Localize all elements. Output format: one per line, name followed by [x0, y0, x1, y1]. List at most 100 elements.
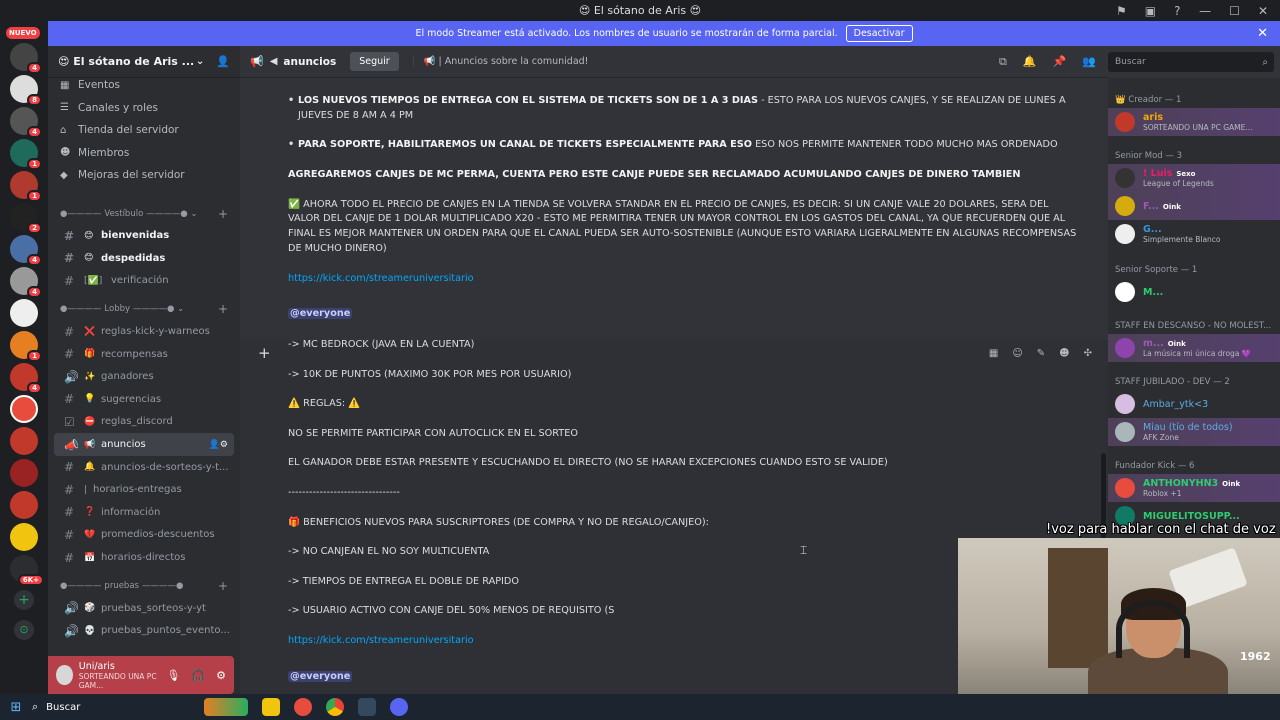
- add-channel-icon[interactable]: +: [218, 207, 228, 221]
- server-folder-icon[interactable]: 6K+: [10, 555, 44, 586]
- app-icon[interactable]: [358, 698, 376, 716]
- close-window-icon[interactable]: ✕: [1258, 4, 1268, 18]
- menu-item-members[interactable]: ☻ Miembros: [48, 142, 240, 165]
- channel-informacion[interactable]: # ❓ información: [54, 501, 234, 524]
- channel-horarios-entregas[interactable]: # | horarios-entregas: [54, 478, 234, 501]
- channel-recompensas[interactable]: # 🎁 recompensas: [54, 343, 234, 366]
- menu-item-boosts[interactable]: ◆ Mejoras del servidor: [48, 164, 240, 187]
- channel-despedidas[interactable]: # 😊 despedidas: [54, 247, 234, 270]
- menu-item-shop[interactable]: ⌂ Tienda del servidor: [48, 119, 240, 142]
- channel-topic[interactable]: 📢 | Anuncios sobre la comunidad!: [412, 56, 588, 67]
- server-icon[interactable]: 8: [10, 75, 42, 106]
- channel-anuncios-sorteos[interactable]: # 🔔 anuncios-de-sorteos-y-t...: [54, 456, 234, 479]
- channel-emoji: ❌: [84, 326, 96, 337]
- channel-promedios[interactable]: # 💔 promedios-descuentos: [54, 524, 234, 547]
- server-icon[interactable]: 2: [10, 203, 42, 234]
- server-icon[interactable]: [10, 491, 38, 519]
- inbox-icon[interactable]: ⚑: [1116, 4, 1127, 18]
- maximize-icon[interactable]: ☐: [1229, 4, 1240, 18]
- server-icon[interactable]: [10, 523, 38, 551]
- ping-badge: 8: [27, 94, 42, 106]
- server-icon[interactable]: [10, 459, 38, 487]
- follow-button[interactable]: Seguir: [350, 52, 399, 71]
- add-reaction-icon[interactable]: +: [258, 344, 271, 362]
- channel-pruebas-sorteos[interactable]: 🔊 🎲 pruebas_sorteos-y-yt: [54, 597, 234, 620]
- file-explorer-icon[interactable]: [262, 698, 280, 716]
- server-icon[interactable]: 4: [10, 43, 42, 74]
- search-input[interactable]: Buscar ⌕: [1108, 52, 1274, 72]
- member-item[interactable]: ANTHONYHN3 Oink Roblox +1: [1108, 474, 1280, 502]
- deactivate-button[interactable]: Desactivar: [845, 25, 913, 42]
- help-icon[interactable]: ?: [1174, 4, 1180, 18]
- member-item[interactable]: aris SORTEANDO UNA PC GAME...: [1108, 108, 1280, 136]
- widgets-icon[interactable]: [204, 698, 248, 716]
- server-icon[interactable]: 1: [10, 331, 42, 362]
- server-icon[interactable]: 1: [10, 171, 42, 202]
- member-item[interactable]: F... Oink: [1108, 192, 1280, 220]
- close-icon[interactable]: ✕: [1257, 26, 1268, 41]
- taskbar-search[interactable]: ⌕ Buscar: [32, 700, 232, 714]
- explore-icon[interactable]: ⊙: [14, 620, 34, 640]
- message-paragraph: NO SE PERMITE PARTICIPAR CON AUTOCLICK E…: [288, 427, 578, 439]
- member-name: MIGUELITOSUPP...: [1143, 510, 1240, 522]
- category-pruebas[interactable]: ●———— pruebas ————● +: [48, 575, 240, 597]
- invite-icon[interactable]: 👤⚙: [209, 440, 228, 450]
- category-lobby[interactable]: ●———— Lobby ————● ⌄ +: [48, 298, 240, 320]
- chrome-icon[interactable]: [326, 698, 344, 716]
- server-icon[interactable]: 4: [10, 267, 42, 298]
- channel-ganadores[interactable]: 🔊 ✨ ganadores: [54, 365, 234, 388]
- discord-icon[interactable]: [390, 698, 408, 716]
- screen-icon[interactable]: ▣: [1145, 4, 1156, 18]
- member-item[interactable]: ! Luis Sexo League of Legends: [1108, 164, 1280, 192]
- channel-horarios-directos[interactable]: # 📅 horarios-directos: [54, 546, 234, 569]
- user-panel[interactable]: Uni/aris SORTEANDO UNA PC GAM... 🎙 🎧 ⚙: [48, 656, 234, 694]
- menu-item-events[interactable]: ▦ Eventos: [48, 74, 240, 97]
- channel-anuncios[interactable]: 📣 📢 anuncios 👤⚙: [54, 433, 234, 456]
- channel-reglas-kick[interactable]: # ❌ reglas-kick-y-warneos: [54, 320, 234, 343]
- member-item[interactable]: M...: [1108, 278, 1280, 306]
- member-item[interactable]: Miau (tío de todos) AFK Zone: [1108, 418, 1280, 446]
- add-server-icon[interactable]: +: [14, 590, 34, 610]
- server-icon[interactable]: 4: [10, 107, 42, 138]
- member-list-icon[interactable]: 👥: [1082, 55, 1096, 69]
- member-status: La música mi única droga 💜: [1143, 349, 1252, 358]
- headphones-icon[interactable]: 🎧: [191, 669, 205, 682]
- channel-bienvenidas[interactable]: # 😊 bienvenidas: [54, 225, 234, 248]
- more-icon[interactable]: ✣: [1084, 348, 1092, 359]
- threads-icon[interactable]: ⧉: [999, 55, 1007, 69]
- channel-verificacion[interactable]: # [✅] verificación: [54, 270, 234, 293]
- member-item[interactable]: G... Simplemente Blanco: [1108, 220, 1280, 248]
- windows-start-icon[interactable]: ⊞: [0, 700, 32, 715]
- everyone-mention[interactable]: @everyone: [288, 670, 353, 682]
- chevron-down-icon[interactable]: ⌄: [196, 56, 204, 67]
- gear-icon[interactable]: ⚙: [216, 669, 226, 682]
- member-name: m...: [1143, 338, 1164, 349]
- avatar[interactable]: [56, 665, 73, 685]
- role-header: STAFF JUBILADO - DEV — 2: [1115, 377, 1230, 387]
- member-item[interactable]: m... Oink La música mi única droga 💜: [1108, 334, 1280, 362]
- add-channel-icon[interactable]: +: [218, 302, 228, 316]
- channel-reglas-discord[interactable]: ☑ ⛔ reglas_discord: [54, 411, 234, 434]
- server-icon[interactable]: [10, 299, 38, 327]
- server-icon[interactable]: 1: [10, 139, 42, 170]
- add-channel-icon[interactable]: +: [218, 579, 228, 593]
- category-vestibulo[interactable]: ●———— Vestíbulo ————● ⌄ +: [48, 203, 240, 225]
- menu-item-channels-roles[interactable]: ☰ Canales y roles: [48, 97, 240, 120]
- speaker-icon: 🔊: [64, 369, 79, 384]
- server-icon[interactable]: 4: [10, 235, 42, 266]
- message-link[interactable]: https://kick.com/streameruniversitario: [288, 272, 1078, 287]
- opera-icon[interactable]: [294, 698, 312, 716]
- everyone-mention[interactable]: @everyone: [288, 308, 353, 320]
- bell-icon[interactable]: 🔔: [1023, 55, 1037, 69]
- server-icon[interactable]: 4: [10, 363, 42, 394]
- microphone-icon[interactable]: 🎙: [166, 669, 180, 682]
- add-member-icon[interactable]: 👤: [216, 55, 230, 68]
- minimize-icon[interactable]: —: [1199, 4, 1211, 18]
- channel-pruebas-puntos[interactable]: 🔊 💀 pruebas_puntos_evento...: [54, 619, 234, 642]
- server-icon-active[interactable]: [10, 395, 38, 423]
- server-icon[interactable]: [10, 427, 38, 455]
- channel-sugerencias[interactable]: # 💡 sugerencias: [54, 388, 234, 411]
- pin-icon[interactable]: 📌: [1053, 55, 1067, 69]
- channel-name: despedidas: [101, 252, 166, 264]
- member-item[interactable]: Ambar_ytk<3: [1108, 390, 1280, 418]
